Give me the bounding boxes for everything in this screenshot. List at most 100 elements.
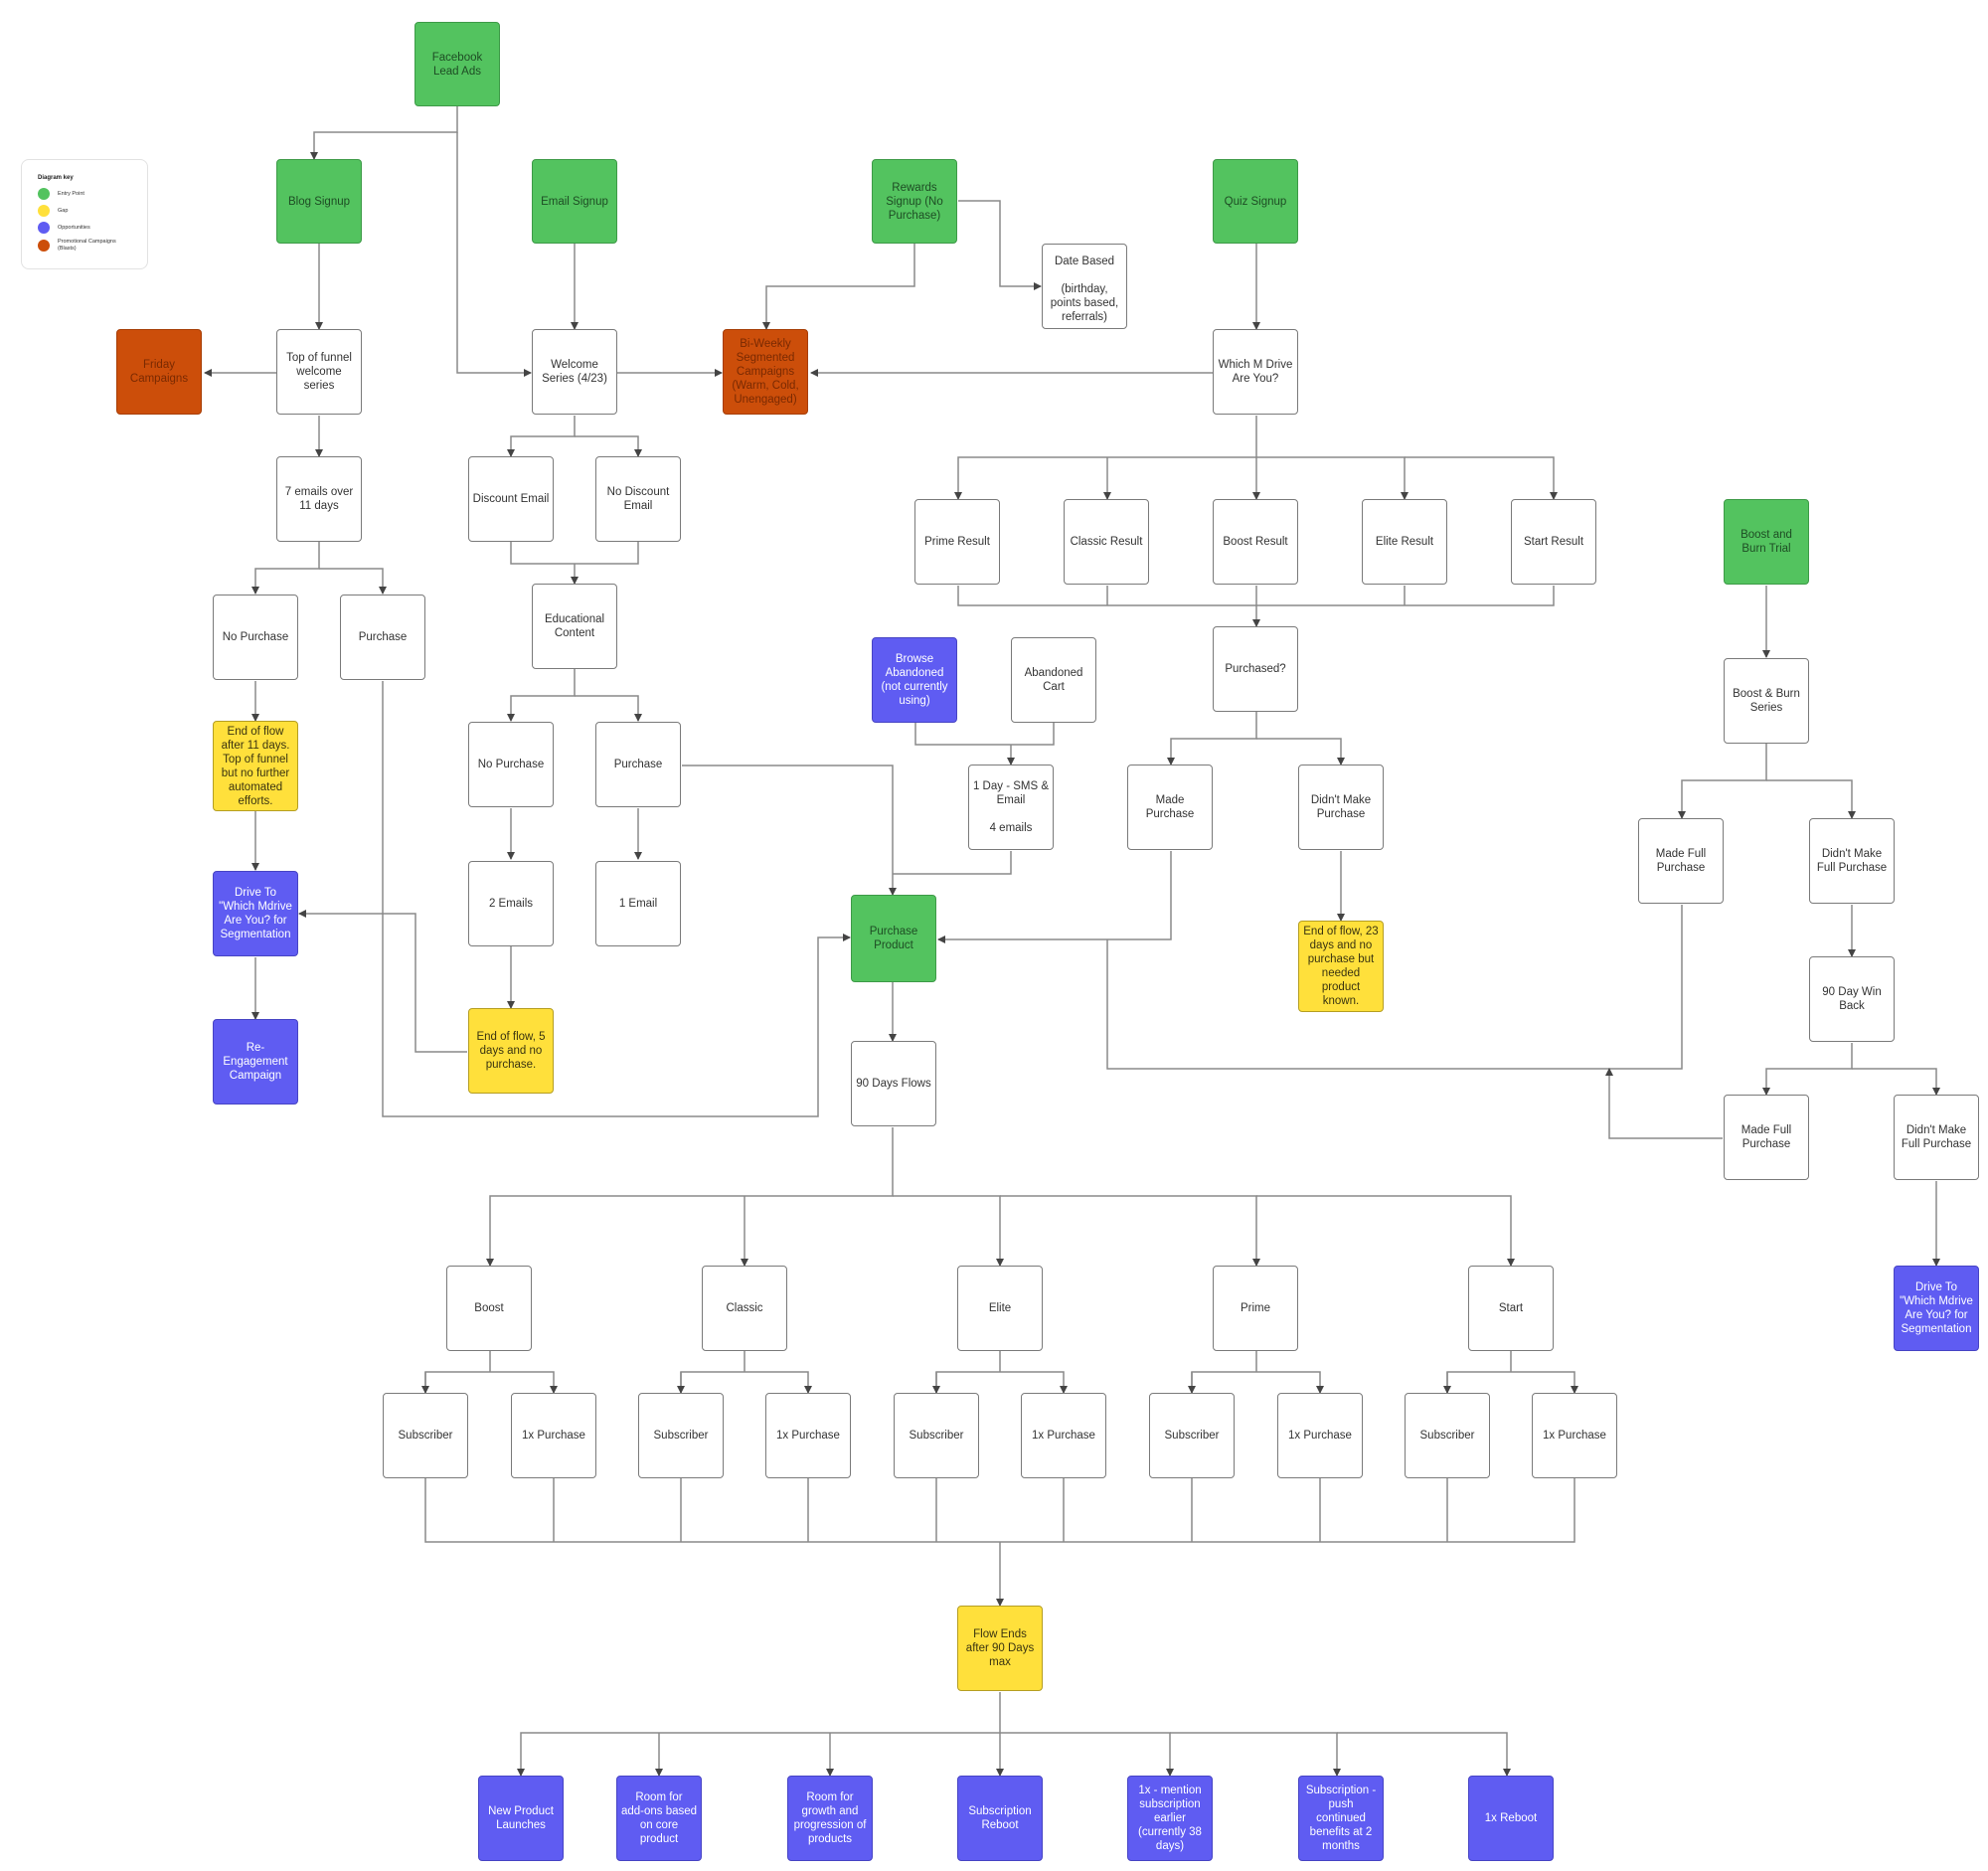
node-no-purchase-blog[interactable]: No Purchase	[213, 595, 298, 680]
node-date-based[interactable]: Date Based (birthday, points based, refe…	[1042, 244, 1127, 329]
node-facebook-lead-ads[interactable]: Facebook Lead Ads	[414, 22, 500, 106]
edge-90days-prime	[1000, 1195, 1260, 1267]
node-drive-to-which-mdrive-1[interactable]: Drive To "Which Mdrive Are You? for Segm…	[213, 871, 298, 956]
node-made-full-purchase-1[interactable]: Made Full Purchase	[1638, 818, 1724, 904]
node-start-result[interactable]: Start Result	[1511, 499, 1596, 585]
orange-dot-icon	[38, 240, 50, 252]
node-email-signup[interactable]: Email Signup	[532, 159, 617, 244]
node-subscription-push-benefits[interactable]: Subscription - push continued benefits a…	[1298, 1776, 1384, 1861]
edge-opp-push	[1170, 1732, 1341, 1777]
node-boost-subscriber[interactable]: Subscriber	[383, 1393, 468, 1478]
node-boost[interactable]: Boost	[446, 1266, 532, 1351]
node-top-of-funnel[interactable]: Top of funnel welcome series	[276, 329, 362, 415]
node-rewards-signup[interactable]: Rewards Signup (No Purchase)	[872, 159, 957, 244]
node-friday-campaigns[interactable]: Friday Campaigns	[116, 329, 202, 415]
purple-dot-icon	[38, 222, 50, 234]
node-mention-subscription-earlier[interactable]: 1x - mention subscription earlier (curre…	[1127, 1776, 1213, 1861]
node-boost-burn-series[interactable]: Boost & Burn Series	[1724, 658, 1809, 744]
node-drive-to-which-mdrive-2[interactable]: Drive To "Which Mdrive Are You? for Segm…	[1894, 1266, 1979, 1351]
node-subscription-reboot[interactable]: Subscription Reboot	[957, 1776, 1043, 1861]
edge-90days-elite	[893, 1195, 1004, 1267]
node-7-emails[interactable]: 7 emails over 11 days	[276, 456, 362, 542]
edge-purchased-made	[1167, 712, 1257, 765]
edge-madepurchase-product	[937, 851, 1172, 943]
node-made-full-purchase-2[interactable]: Made Full Purchase	[1724, 1095, 1809, 1180]
node-end-flow-11-days[interactable]: End of flow after 11 days. Top of funnel…	[213, 721, 298, 811]
node-boost-burn-trial[interactable]: Boost and Burn Trial	[1724, 499, 1809, 585]
node-classic-subscriber[interactable]: Subscriber	[638, 1393, 724, 1478]
node-prime[interactable]: Prime	[1213, 1266, 1298, 1351]
node-made-purchase[interactable]: Made Purchase	[1127, 765, 1213, 850]
node-start-subscriber[interactable]: Subscriber	[1405, 1393, 1490, 1478]
node-prime-1x-purchase[interactable]: 1x Purchase	[1277, 1393, 1363, 1478]
node-didnt-make-purchase[interactable]: Didn't Make Purchase	[1298, 765, 1384, 850]
node-elite-result[interactable]: Elite Result	[1362, 499, 1447, 585]
node-purchase-educational[interactable]: Purchase	[595, 722, 681, 807]
node-blog-signup[interactable]: Blog Signup	[276, 159, 362, 244]
edge-7emails-nopurchase	[251, 542, 320, 595]
legend-item-opportunities: Opportunities	[38, 222, 90, 234]
edge-leaves-merge	[424, 1478, 1575, 1543]
node-educational-content[interactable]: Educational Content	[532, 584, 617, 669]
edge-bbseries-madefull	[1678, 744, 1767, 819]
diagram-key-title: Diagram key	[38, 175, 74, 181]
node-purchased-question[interactable]: Purchased?	[1213, 626, 1298, 712]
node-elite-1x-purchase[interactable]: 1x Purchase	[1021, 1393, 1106, 1478]
node-prime-result[interactable]: Prime Result	[914, 499, 1000, 585]
node-2-emails[interactable]: 2 Emails	[468, 861, 554, 946]
node-90-days-flows[interactable]: 90 Days Flows	[851, 1041, 936, 1126]
edge-whichm-start	[1405, 456, 1558, 500]
node-abandoned-cart[interactable]: Abandoned Cart	[1011, 637, 1096, 723]
edge-classic-split	[680, 1351, 808, 1393]
node-end-flow-5-days[interactable]: End of flow, 5 days and no purchase.	[468, 1008, 554, 1094]
node-end-flow-23-days[interactable]: End of flow, 23 days and no purchase but…	[1298, 921, 1384, 1012]
node-classic-result[interactable]: Classic Result	[1064, 499, 1149, 585]
node-didnt-make-full-1[interactable]: Didn't Make Full Purchase	[1809, 818, 1895, 904]
node-new-product-launches[interactable]: New Product Launches	[478, 1776, 564, 1861]
edge-start-split	[1446, 1351, 1574, 1393]
edge-discounts-merge	[510, 542, 639, 565]
node-classic[interactable]: Classic	[702, 1266, 787, 1351]
node-room-for-growth[interactable]: Room for growth and progression of produ…	[787, 1776, 873, 1861]
edge-opp-1xreboot	[1337, 1732, 1511, 1777]
edge-madefull1-loop	[1106, 905, 1683, 1070]
node-quiz-signup[interactable]: Quiz Signup	[1213, 159, 1298, 244]
node-90-day-win-back[interactable]: 90 Day Win Back	[1809, 956, 1895, 1042]
edge-abandoned-merge	[914, 723, 1055, 746]
node-classic-1x-purchase[interactable]: 1x Purchase	[765, 1393, 851, 1478]
node-1-email[interactable]: 1 Email	[595, 861, 681, 946]
node-no-purchase-educational[interactable]: No Purchase	[468, 722, 554, 807]
edge-madefull2-loop	[1605, 1068, 1723, 1139]
node-discount-email[interactable]: Discount Email	[468, 456, 554, 542]
node-purchase-blog[interactable]: Purchase	[340, 595, 425, 680]
node-room-for-addons[interactable]: Room for add-ons based on core product	[616, 1776, 702, 1861]
edge-winback-didntfull2	[1852, 1068, 1940, 1096]
edge-welcome-discount	[507, 416, 576, 457]
node-welcome-series[interactable]: Welcome Series (4/23)	[532, 329, 617, 415]
node-start-1x-purchase[interactable]: 1x Purchase	[1532, 1393, 1617, 1478]
node-purchase-product[interactable]: Purchase Product	[851, 895, 936, 982]
node-flow-ends-90-days[interactable]: Flow Ends after 90 Days max	[957, 1606, 1043, 1691]
edge-bbseries-didntfull	[1766, 779, 1856, 819]
edge-purchased-didnt	[1256, 738, 1345, 765]
node-didnt-make-full-2[interactable]: Didn't Make Full Purchase	[1894, 1095, 1979, 1180]
node-start[interactable]: Start	[1468, 1266, 1554, 1351]
node-1-day-sms-email[interactable]: 1 Day - SMS & Email 4 emails	[968, 765, 1054, 850]
node-which-m-drive[interactable]: Which M Drive Are You?	[1213, 329, 1298, 415]
node-prime-subscriber[interactable]: Subscriber	[1149, 1393, 1235, 1478]
node-boost-result[interactable]: Boost Result	[1213, 499, 1298, 585]
edge-1day-product	[893, 851, 1012, 875]
diagram-key: Diagram key Entry Point Gap Opportunitie…	[21, 159, 148, 269]
legend-item-entry-point: Entry Point	[38, 188, 84, 200]
edge-rewards-datebased	[958, 200, 1042, 290]
node-boost-1x-purchase[interactable]: 1x Purchase	[511, 1393, 596, 1478]
node-biweekly-campaigns[interactable]: Bi-Weekly Segmented Campaigns (Warm, Col…	[723, 329, 808, 415]
node-elite[interactable]: Elite	[957, 1266, 1043, 1351]
node-1x-reboot[interactable]: 1x Reboot	[1468, 1776, 1554, 1861]
node-elite-subscriber[interactable]: Subscriber	[894, 1393, 979, 1478]
node-re-engagement-campaign[interactable]: Re-Engagement Campaign	[213, 1019, 298, 1105]
edge-prime-split	[1191, 1351, 1320, 1393]
flowchart-canvas: Diagram key Entry Point Gap Opportunitie…	[0, 0, 1988, 1871]
node-browse-abandoned[interactable]: Browse Abandoned (not currently using)	[872, 637, 957, 723]
node-no-discount-email[interactable]: No Discount Email	[595, 456, 681, 542]
